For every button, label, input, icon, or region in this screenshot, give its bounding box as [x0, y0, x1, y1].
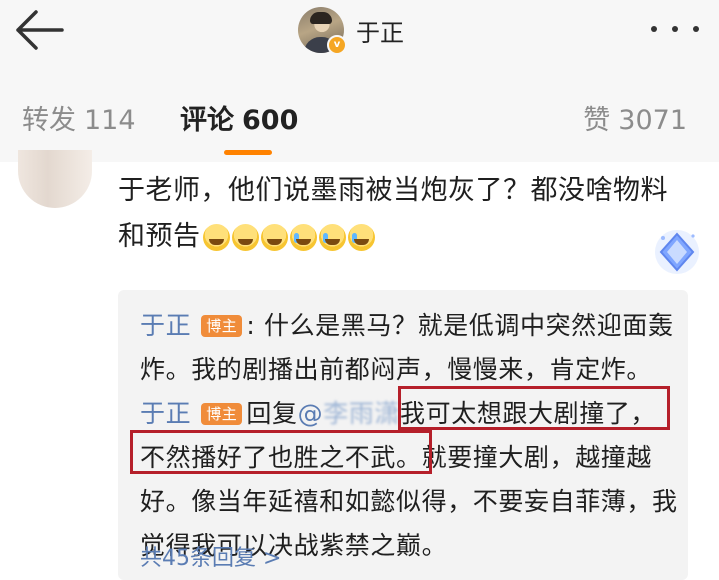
reply-author-name[interactable]: 于正	[140, 311, 191, 340]
commenter-avatar[interactable]	[18, 150, 92, 208]
emoji-group	[202, 224, 377, 251]
comment-body: 于老师，他们说墨雨被当炮灰了？都没啥物料和预告	[118, 168, 678, 260]
reply-item: 于正 博主: 什么是黑马？就是低调中突然迎面轰炸。我的剧播出前都闷声，慢慢来，肯定…	[140, 304, 680, 392]
highlighted-text-2: 不然播好了也胜之不武。	[140, 443, 422, 472]
tab-count: 3071	[618, 105, 687, 136]
top-nav-bar: v 于正	[0, 0, 719, 72]
reply-action: 回复	[246, 399, 298, 428]
reply-author-name[interactable]: 于正	[140, 399, 191, 428]
tab-bar: 转发 114 评论 600 赞 3071	[0, 72, 719, 162]
mention-prefix: @	[297, 399, 324, 428]
author-badge: 博主	[201, 315, 243, 337]
more-dots-icon	[651, 26, 657, 32]
mention-link[interactable]: @李雨潇	[298, 399, 400, 428]
tab-label: 转发	[22, 105, 76, 136]
tab-count: 114	[84, 105, 136, 136]
more-options-button[interactable]	[651, 14, 699, 44]
tab-label: 评论	[180, 105, 234, 136]
active-tab-indicator	[224, 150, 272, 155]
page-title: 于正	[356, 18, 404, 47]
user-avatar[interactable]: v	[298, 7, 347, 55]
crying-emoji-icon	[347, 224, 375, 251]
reply-thread: 于正 博主: 什么是黑马？就是低调中突然迎面轰炸。我的剧播出前都闷声，慢慢来，肯定…	[118, 290, 688, 580]
crying-emoji-icon	[289, 224, 317, 251]
author-badge: 博主	[201, 403, 243, 425]
profile-header[interactable]: v 于正	[298, 6, 404, 55]
back-button[interactable]	[12, 8, 68, 52]
tab-count: 600	[242, 105, 299, 136]
verified-badge-icon: v	[327, 35, 347, 55]
laugh-cry-emoji-icon	[231, 224, 259, 251]
view-more-replies-link[interactable]: 共45条回复 >	[140, 540, 281, 572]
comment-text: 于老师，他们说墨雨被当炮灰了？都没啥物料和预告	[118, 175, 668, 252]
tab-likes[interactable]: 赞 3071	[583, 98, 687, 137]
back-arrow-icon	[16, 10, 64, 50]
laugh-cry-emoji-icon	[202, 224, 230, 251]
obscured-username: 李雨潇	[323, 399, 401, 428]
tab-label: 赞	[583, 105, 611, 136]
tab-comments[interactable]: 评论 600	[180, 98, 298, 137]
diamond-icon	[655, 230, 699, 274]
tab-forwards[interactable]: 转发 114	[22, 98, 136, 137]
reply-list: 于正 博主: 什么是黑马？就是低调中突然迎面轰炸。我的剧播出前都闷声，慢慢来，肯定…	[140, 304, 680, 568]
laugh-cry-emoji-icon	[260, 224, 288, 251]
highlighted-text-1: 我可太想跟大剧撞了，	[400, 399, 657, 428]
floating-diamond-button[interactable]	[651, 226, 703, 278]
crying-emoji-icon	[318, 224, 346, 251]
